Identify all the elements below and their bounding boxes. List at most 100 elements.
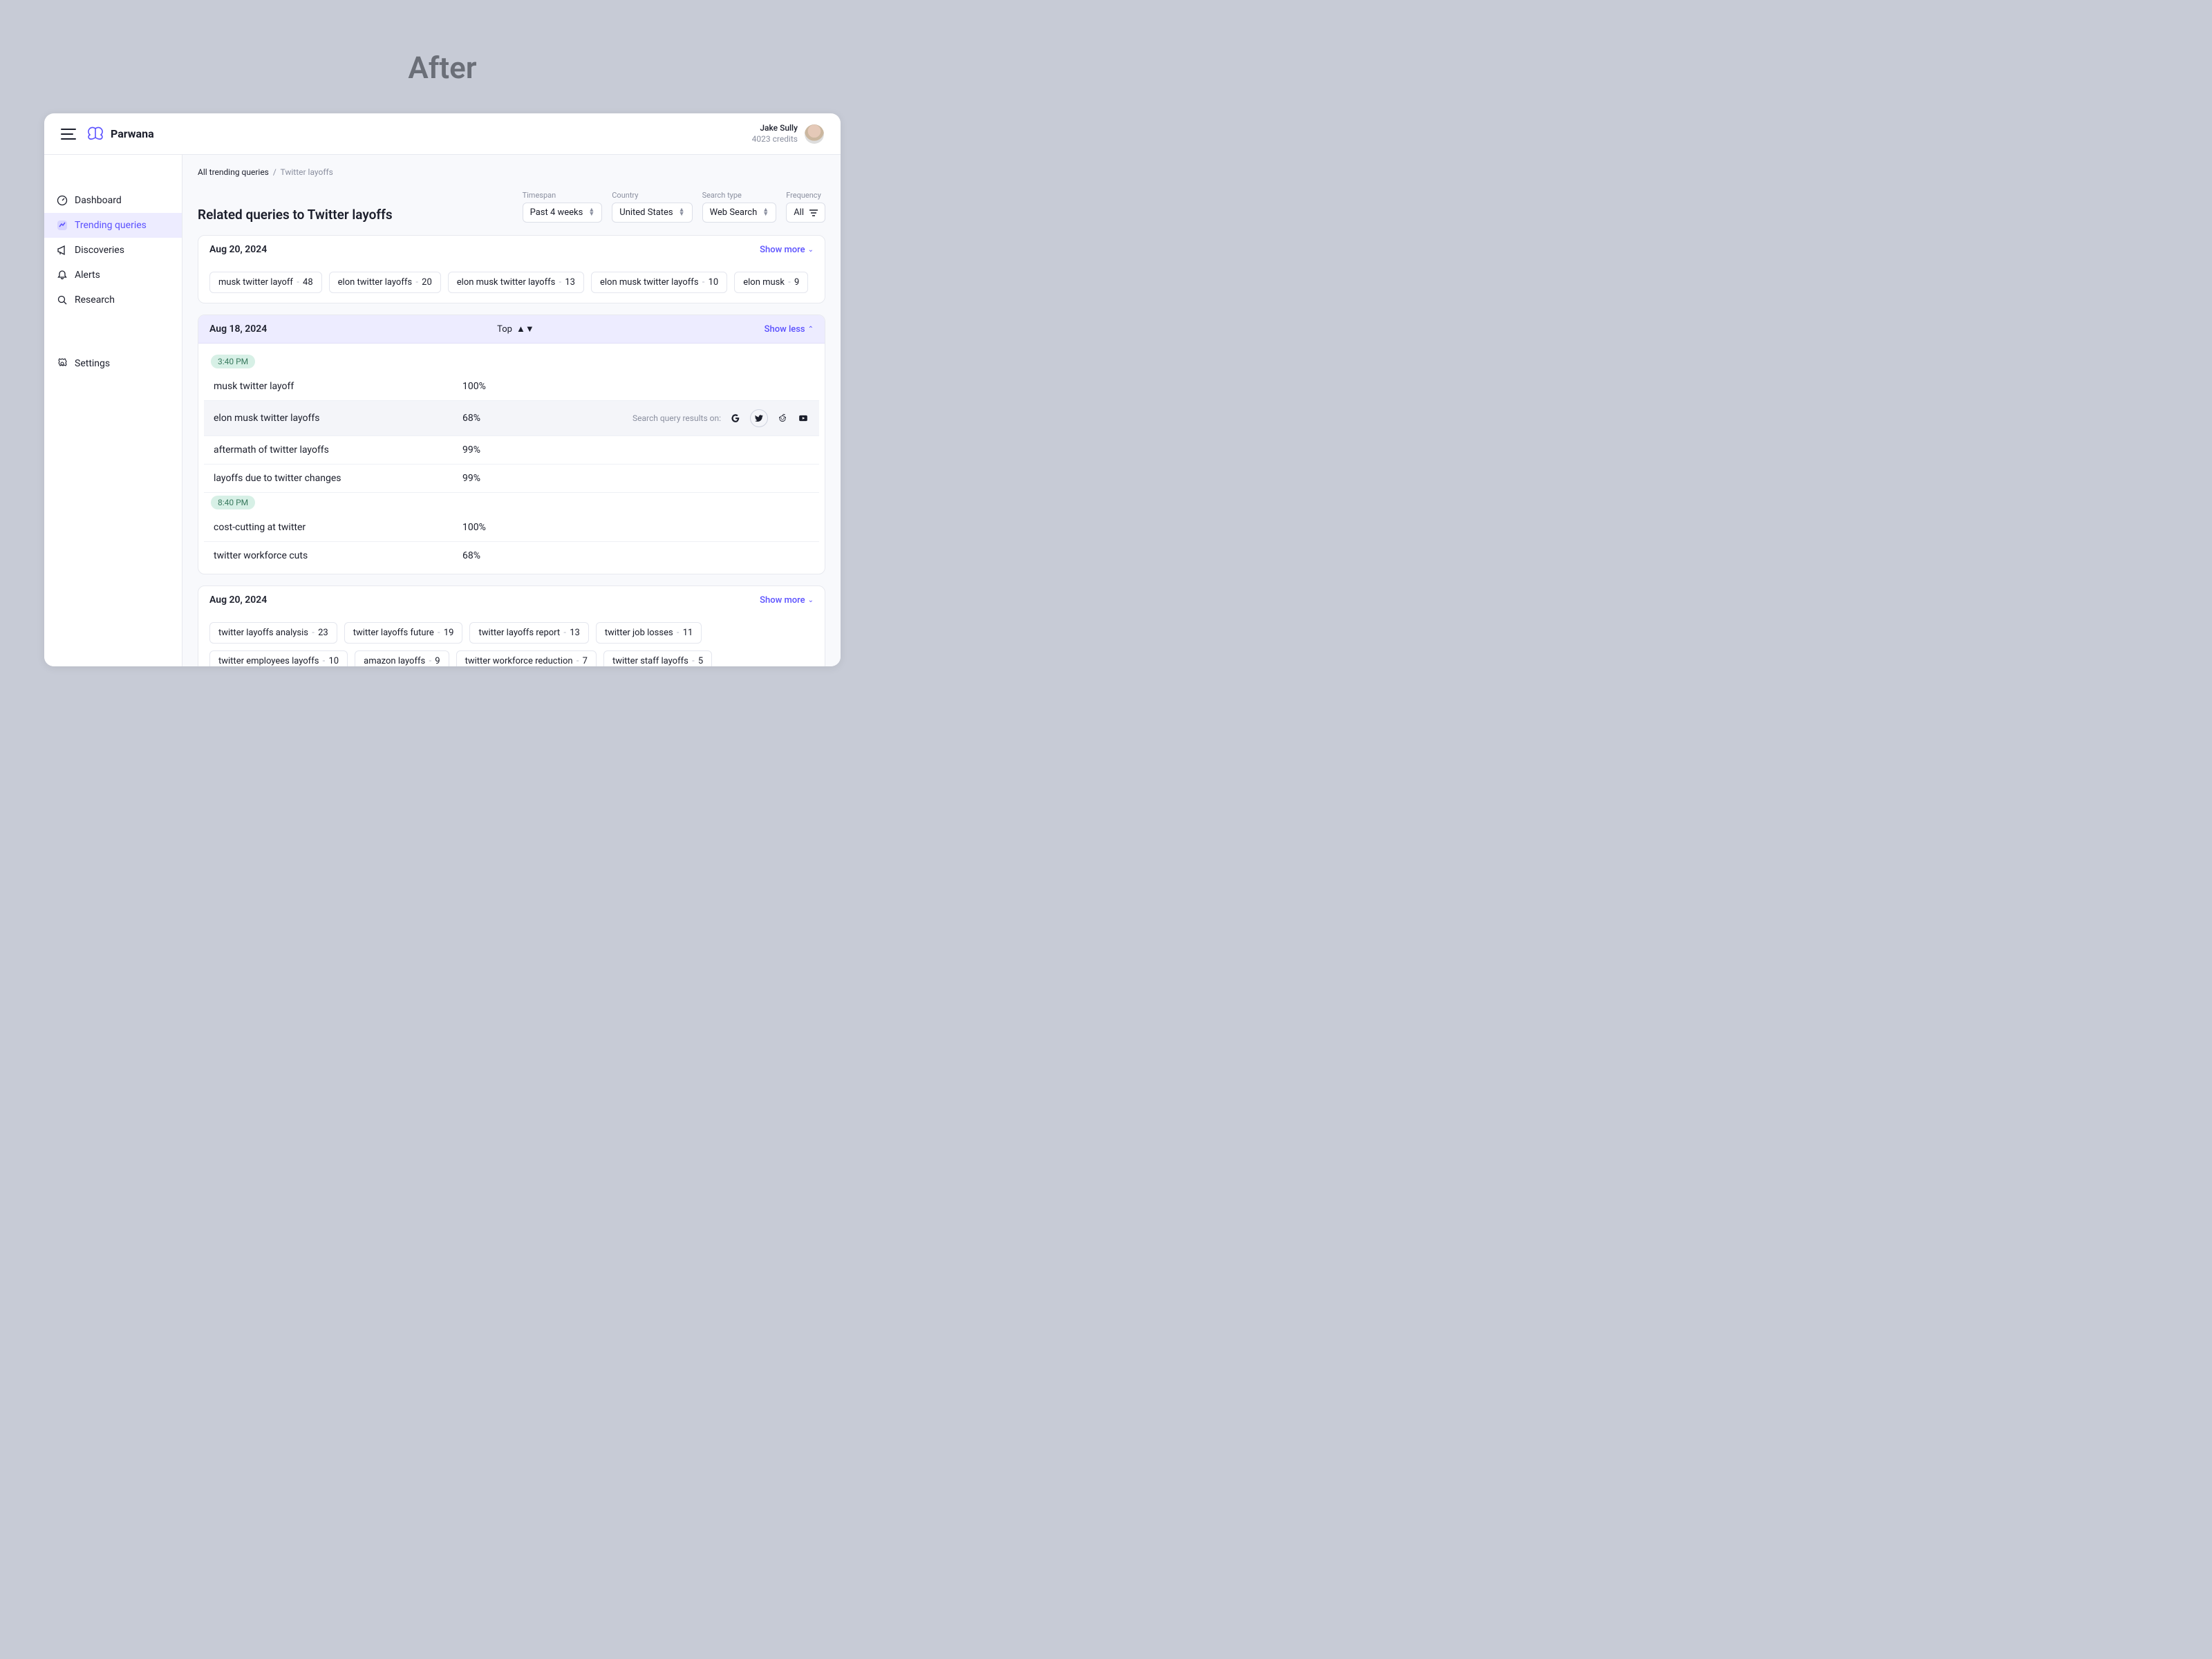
sidebar-item-label: Alerts [75, 270, 100, 281]
query-chip[interactable]: elon musk twitter layoffs - 10 [591, 272, 727, 293]
query-chip[interactable]: musk twitter layoff - 48 [209, 272, 322, 293]
query-row[interactable]: twitter workforce cuts68% [204, 542, 819, 570]
query-chip[interactable]: twitter job losses - 11 [596, 622, 702, 644]
query-percent: 99% [462, 444, 480, 456]
time-badge: 8:40 PM [211, 496, 255, 509]
time-badge: 3:40 PM [211, 355, 255, 368]
google-icon[interactable] [729, 412, 742, 424]
chips-row: twitter layoffs analysis - 23twitter lay… [198, 614, 825, 666]
sidebar-item-trending-queries[interactable]: Trending queries [44, 213, 182, 238]
chip-count: 5 [698, 656, 703, 666]
sidebar-item-label: Discoveries [75, 245, 124, 256]
breadcrumb: All trending queries / Twitter layoffs [198, 167, 825, 177]
chip-count: 13 [565, 277, 575, 288]
chip-text: twitter staff layoffs [612, 656, 688, 666]
megaphone-icon [57, 245, 68, 256]
query-row[interactable]: cost-cutting at twitter100% [204, 514, 819, 542]
logo[interactable]: Parwana [86, 126, 154, 142]
filter-timespan-label: Timespan [523, 191, 603, 200]
card-date: Aug 20, 2024 [209, 594, 267, 606]
filter-frequency-label: Frequency [786, 191, 825, 200]
query-group-card: Aug 20, 2024 Show more ⌄ twitter layoffs a… [198, 585, 825, 666]
query-group-card: Aug 20, 2024 Show more ⌄ musk twitter layo… [198, 235, 825, 303]
toggle-expand-button[interactable]: Show less ⌃ [765, 324, 814, 335]
query-chip[interactable]: elon musk twitter layoffs - 13 [448, 272, 584, 293]
filter-frequency-value: All [794, 207, 804, 218]
chip-text: elon musk twitter layoffs [457, 277, 556, 288]
sidebar-item-dashboard[interactable]: Dashboard [44, 188, 182, 213]
chip-text: twitter layoffs report [478, 628, 560, 638]
sidebar-item-label: Research [75, 294, 115, 306]
gear-icon [57, 358, 68, 369]
main-content: All trending queries / Twitter layoffs R… [182, 155, 841, 666]
query-chip[interactable]: twitter layoffs future - 19 [344, 622, 463, 644]
filter-searchtype-value: Web Search [710, 207, 758, 218]
chips-row: musk twitter layoff - 48 elon twitter lay… [198, 263, 825, 303]
chip-count: 48 [303, 277, 313, 288]
query-chip[interactable]: twitter staff layoffs - 5 [603, 650, 712, 666]
filter-searchtype-label: Search type [702, 191, 777, 200]
sidebar-item-discoveries[interactable]: Discoveries [44, 238, 182, 263]
query-chip[interactable]: twitter employees layoffs - 10 [209, 650, 348, 666]
query-chip[interactable]: twitter workforce reduction - 7 [456, 650, 597, 666]
stepper-icon: ▲▼ [762, 209, 769, 217]
query-row[interactable]: elon musk twitter layoffs68%Search query… [204, 401, 819, 436]
query-percent: 100% [462, 381, 486, 392]
query-group-card: Aug 18, 2024Top ▲▼Show less ⌃3:40 PMmusk… [198, 315, 825, 574]
query-chip[interactable]: amazon layoffs - 9 [355, 650, 449, 666]
user-menu[interactable]: Jake Sully 4023 credits [752, 123, 824, 144]
chip-text: twitter job losses [605, 628, 673, 638]
chevron-down-icon: ⌄ [808, 597, 814, 604]
query-chip[interactable]: elon twitter layoffs - 20 [329, 272, 441, 293]
chevron-down-icon: ⌄ [808, 246, 814, 254]
menu-toggle-icon[interactable] [61, 129, 76, 140]
gauge-icon [57, 195, 68, 206]
page-title: Related queries to Twitter layoffs [198, 207, 513, 223]
breadcrumb-root[interactable]: All trending queries [198, 167, 269, 177]
bell-icon [57, 270, 68, 281]
app-window: Parwana Jake Sully 4023 credits Dashboar… [44, 113, 841, 666]
query-chip[interactable]: elon musk - 9 [734, 272, 808, 293]
sidebar-item-settings[interactable]: Settings [44, 351, 182, 376]
sort-dropdown[interactable]: Top ▲▼ [497, 324, 534, 335]
chip-count: 10 [329, 656, 339, 666]
chip-count: 23 [318, 628, 328, 638]
chip-count: 20 [422, 277, 432, 288]
chip-count: 9 [435, 656, 440, 666]
stepper-icon: ▲▼ [516, 324, 534, 335]
twitter-icon[interactable] [750, 409, 768, 427]
user-name: Jake Sully [752, 123, 798, 134]
chip-text: elon musk twitter layoffs [600, 277, 699, 288]
chip-text: twitter layoffs analysis [218, 628, 308, 638]
filter-frequency-select[interactable]: All [786, 203, 825, 223]
chip-count: 13 [570, 628, 580, 638]
filter-searchtype-select[interactable]: Web Search ▲▼ [702, 203, 777, 223]
filter-country-select[interactable]: United States ▲▼ [612, 203, 692, 223]
query-chip[interactable]: twitter layoffs analysis - 23 [209, 622, 337, 644]
sidebar-item-label: Settings [75, 358, 110, 369]
avatar[interactable] [805, 124, 824, 144]
chip-text: twitter workforce reduction [465, 656, 573, 666]
query-text: musk twitter layoff [214, 381, 462, 392]
toggle-expand-button[interactable]: Show more ⌄ [760, 245, 814, 255]
sidebar-item-research[interactable]: Research [44, 288, 182, 312]
query-chip[interactable]: twitter layoffs report - 13 [469, 622, 588, 644]
filter-lines-icon [809, 209, 818, 216]
chip-count: 10 [709, 277, 719, 288]
breadcrumb-current: Twitter layoffs [281, 167, 333, 177]
stepper-icon: ▲▼ [588, 209, 594, 217]
toggle-expand-button[interactable]: Show more ⌄ [760, 595, 814, 606]
filter-timespan-select[interactable]: Past 4 weeks ▲▼ [523, 203, 603, 223]
query-row[interactable]: layoffs due to twitter changes99% [204, 465, 819, 493]
sidebar-item-alerts[interactable]: Alerts [44, 263, 182, 288]
youtube-icon[interactable] [797, 412, 809, 424]
query-row[interactable]: aftermath of twitter layoffs99% [204, 436, 819, 465]
card-date: Aug 20, 2024 [209, 244, 267, 255]
query-text: elon musk twitter layoffs [214, 413, 462, 424]
canvas-title: After [0, 0, 885, 113]
results-on-label: Search query results on: [632, 413, 721, 423]
query-row[interactable]: musk twitter layoff100% [204, 373, 819, 401]
sidebar-item-label: Dashboard [75, 195, 122, 206]
reddit-icon[interactable] [776, 412, 789, 424]
card-header: Aug 18, 2024Top ▲▼Show less ⌃ [198, 315, 825, 344]
